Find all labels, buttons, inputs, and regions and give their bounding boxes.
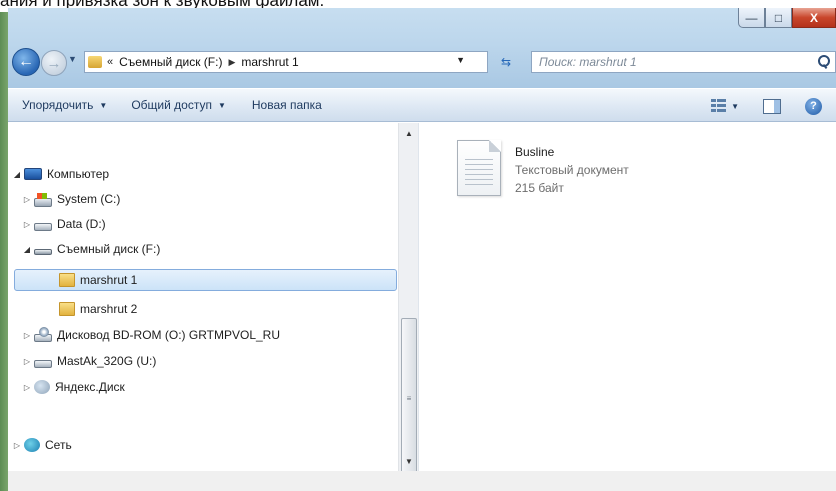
share-label: Общий доступ [131, 98, 212, 112]
address-dropdown-icon[interactable]: ▼ [456, 55, 465, 65]
tree-item-yandex-disk[interactable]: ▷ Яндекс.Диск [22, 376, 125, 398]
tree-item-label: System (C:) [57, 192, 121, 206]
breadcrumb-separator-icon[interactable]: ▶ [228, 57, 235, 68]
preview-pane-icon[interactable] [763, 98, 781, 114]
optical-drive-icon [34, 327, 52, 342]
help-icon[interactable]: ? [805, 97, 822, 115]
file-size: 215 байт [515, 181, 564, 195]
text-document-icon[interactable] [457, 140, 501, 196]
tree-item-label: marshrut 2 [80, 302, 138, 316]
tree-item-marshrut-1[interactable]: marshrut 1 [14, 269, 397, 291]
folder-icon [59, 302, 75, 316]
view-options-dropdown-icon[interactable]: ▼ [731, 102, 739, 111]
history-dropdown-icon[interactable]: ▼ [68, 54, 77, 64]
removable-drive-icon [34, 249, 52, 255]
file-type: Текстовый документ [515, 163, 629, 177]
organize-button[interactable]: Упорядочить ▼ [22, 98, 107, 112]
tree-item-marshrut-2[interactable]: marshrut 2 [59, 298, 137, 320]
window-bottom-edge [8, 471, 836, 491]
breadcrumb-current-folder[interactable]: marshrut 1 [241, 55, 298, 69]
new-folder-button[interactable]: Новая папка [252, 98, 322, 112]
navigation-bar: ← → ▼ « Съемный диск (F:) ▶ marshrut 1 ▼… [8, 48, 836, 76]
expand-triangle-icon[interactable]: ▷ [12, 441, 22, 450]
expand-triangle-icon[interactable]: ▷ [22, 195, 32, 204]
system-drive-icon [34, 192, 52, 207]
new-folder-label: Новая папка [251, 98, 322, 112]
close-button[interactable]: X [792, 8, 836, 28]
file-name[interactable]: Busline [515, 145, 554, 159]
expand-triangle-icon[interactable]: ▷ [22, 220, 32, 229]
maximize-button[interactable]: □ [765, 8, 792, 28]
tree-item-label: Съемный диск (F:) [57, 242, 161, 256]
refresh-icon: ⇆ [500, 55, 512, 69]
explorer-window: — □ X ← → ▼ « Съемный диск (F:) ▶ marshr… [8, 8, 836, 491]
refresh-button[interactable]: ⇆ [495, 52, 517, 72]
chevron-down-icon: ▼ [99, 100, 108, 110]
tree-item-label: marshrut 1 [80, 273, 138, 287]
tree-item-label: Компьютер [47, 167, 110, 181]
grip-icon: ≡ [406, 393, 412, 403]
search-input[interactable]: Поиск: marshrut 1 [539, 55, 817, 69]
tree-item-label: Яндекс.Диск [55, 380, 125, 394]
change-view-icon[interactable] [711, 99, 727, 113]
chevron-down-icon: ▼ [217, 100, 226, 110]
tree-item-mastak-u[interactable]: ▷ MastAk_320G (U:) [22, 350, 156, 372]
toolbar-right-group: ▼ ? [711, 89, 836, 123]
navigation-pane: ◢ Компьютер ▷ System (C:) ▷ Data (D:) ◢ … [8, 123, 398, 471]
tree-item-label: MastAk_320G (U:) [57, 354, 157, 368]
forward-arrow-icon: → [46, 54, 62, 72]
search-box[interactable]: Поиск: marshrut 1 [531, 51, 836, 73]
breadcrumb-removable-drive[interactable]: Съемный диск (F:) [119, 55, 222, 69]
tree-item-label: Сеть [45, 438, 72, 452]
share-button[interactable]: Общий доступ ▼ [131, 98, 226, 112]
tree-item-network[interactable]: ▷ Сеть [12, 434, 72, 456]
tree-item-computer[interactable]: ◢ Компьютер [12, 163, 109, 185]
yandex-disk-icon [34, 380, 50, 394]
folder-icon [59, 273, 75, 287]
collapse-triangle-icon[interactable]: ◢ [22, 245, 32, 254]
address-bar[interactable]: « Съемный диск (F:) ▶ marshrut 1 ▼ [84, 51, 488, 73]
title-bar: — □ X ← → ▼ « Съемный диск (F:) ▶ marshr… [8, 8, 836, 88]
tree-item-data-d[interactable]: ▷ Data (D:) [22, 213, 106, 235]
navigation-scrollbar[interactable]: ▲ ≡ ▼ [398, 123, 419, 478]
tree-item-removable-f[interactable]: ◢ Съемный диск (F:) [22, 238, 160, 260]
organize-label: Упорядочить [22, 98, 94, 112]
forward-button[interactable]: → [41, 50, 67, 76]
tree-item-bd-rom-o[interactable]: ▷ Дисковод BD-ROM (O:) GRTMPVOL_RU [22, 324, 280, 346]
command-toolbar: Упорядочить ▼ Общий доступ ▼ Новая папка… [8, 88, 836, 122]
address-overflow-chevron[interactable]: « [107, 56, 113, 68]
tree-item-label: Дисковод BD-ROM (O:) GRTMPVOL_RU [57, 328, 280, 342]
expand-triangle-icon[interactable]: ▷ [22, 331, 32, 340]
file-list-pane: Busline Текстовый документ 215 байт [418, 123, 836, 471]
scroll-down-arrow-icon[interactable]: ▼ [399, 453, 419, 469]
network-icon [24, 438, 40, 452]
minimize-button[interactable]: — [738, 8, 765, 28]
background-edge [0, 12, 8, 491]
drive-icon [34, 223, 52, 231]
drive-icon [34, 360, 52, 368]
folder-icon [88, 56, 102, 68]
search-icon[interactable] [817, 55, 830, 69]
back-arrow-icon: ← [18, 53, 34, 70]
window-controls: — □ X [738, 8, 836, 28]
tree-item-system-c[interactable]: ▷ System (C:) [22, 188, 120, 210]
scroll-up-arrow-icon[interactable]: ▲ [399, 125, 419, 141]
computer-icon [24, 168, 42, 180]
expand-triangle-icon[interactable]: ▷ [22, 383, 32, 392]
expand-triangle-icon[interactable]: ▷ [22, 357, 32, 366]
back-button[interactable]: ← [12, 48, 40, 76]
tree-item-label: Data (D:) [57, 217, 106, 231]
collapse-triangle-icon[interactable]: ◢ [12, 170, 22, 179]
